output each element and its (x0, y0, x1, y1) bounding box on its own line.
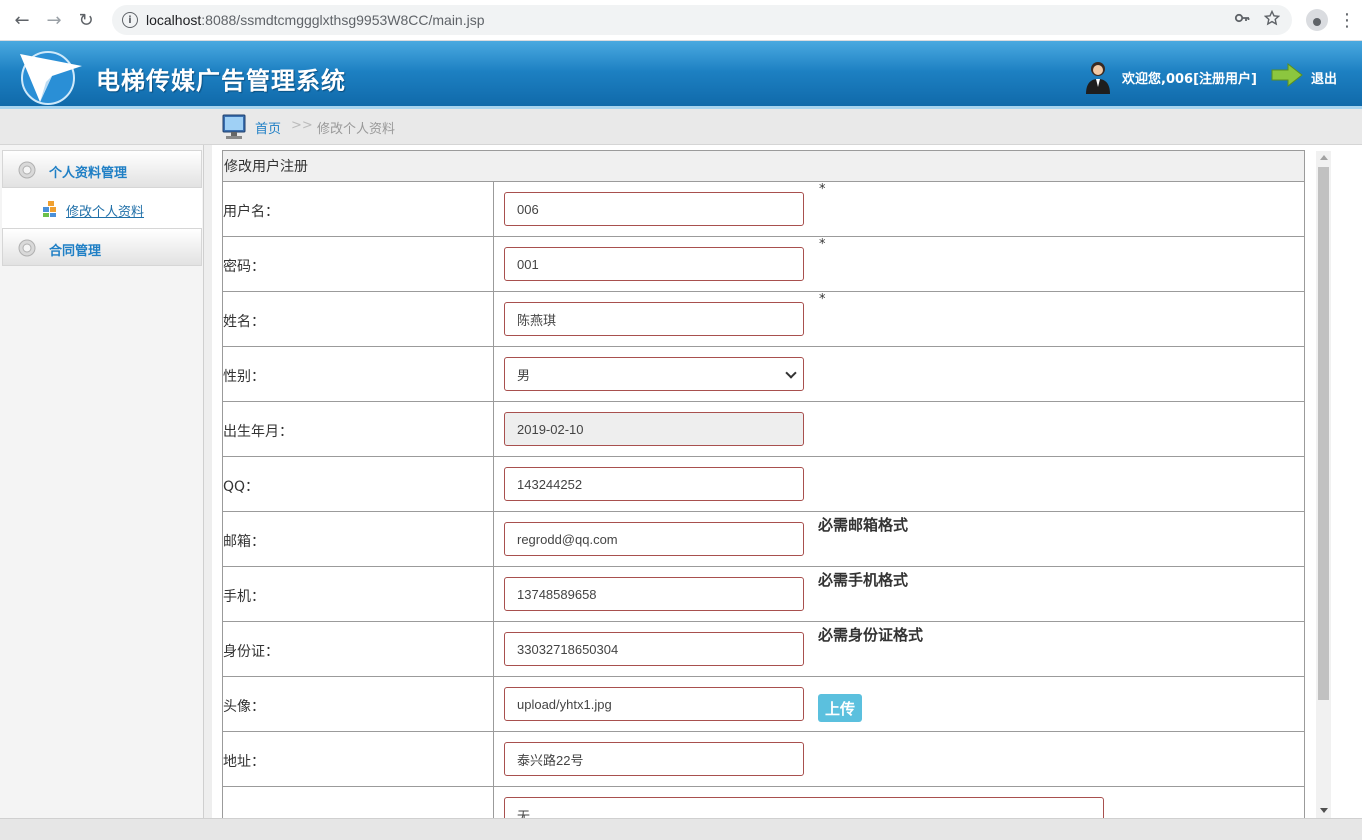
field-label (222, 786, 494, 818)
form-row-remark: 无 (222, 786, 1305, 818)
form-row-qq: QQ： 143244252 (222, 456, 1305, 512)
app-header: 电梯传媒广告管理系统 欢迎您,006[注册用户] 退出 (0, 41, 1362, 109)
format-hint: 必需手机格式 (818, 571, 909, 589)
main-scrollbar[interactable] (1316, 151, 1331, 818)
sidebar-group-contract[interactable]: 合同管理 (2, 228, 202, 266)
upload-button[interactable]: 上传 (818, 694, 862, 722)
idcard-input[interactable]: 33032718650304 (504, 632, 804, 666)
gender-select[interactable]: 男 (504, 357, 804, 391)
form-row-username: 用户名： 006 * (222, 181, 1305, 237)
forward-icon[interactable]: → (38, 4, 70, 36)
user-avatar-icon (1086, 62, 1110, 94)
required-mark: * (819, 182, 826, 197)
monitor-icon (222, 114, 246, 139)
field-label: 姓名： (222, 291, 494, 347)
back-icon[interactable]: ← (6, 4, 38, 36)
format-hint: 必需身份证格式 (818, 626, 924, 644)
form-row-email: 邮箱： regrodd@qq.com 必需邮箱格式 (222, 511, 1305, 567)
form-row-birthdate: 出生年月： 2019-02-10 (222, 401, 1305, 457)
reload-icon[interactable]: ↻ (70, 4, 102, 36)
logout-arrow-icon[interactable] (1271, 63, 1303, 87)
form-row-address: 地址： 泰兴路22号 (222, 731, 1305, 787)
address-input[interactable]: 泰兴路22号 (504, 742, 804, 776)
content-gutter (204, 145, 212, 820)
field-label: 性别： (222, 346, 494, 402)
field-label: 密码： (222, 236, 494, 292)
bottom-strip (0, 818, 1362, 840)
gender-select-value: 男 (517, 367, 531, 383)
url-path: :8088/ssmdtcmggglxthsg9953W8CC/main.jsp (201, 12, 485, 28)
right-margin (1331, 145, 1362, 820)
profile-form: 修改用户注册 用户名： 006 * 密码： 001 * 姓名： 陈燕琪 * 性别… (222, 150, 1305, 818)
address-bar[interactable]: i localhost:8088/ssmdtcmggglxthsg9953W8C… (112, 5, 1292, 35)
form-row-phone: 手机： 13748589658 必需手机格式 (222, 566, 1305, 622)
field-label: QQ： (222, 456, 494, 512)
gear-icon (18, 161, 36, 179)
field-label: 头像： (222, 676, 494, 732)
menu-icon[interactable]: ⋮ (1338, 10, 1356, 31)
field-label: 地址： (222, 731, 494, 787)
logo-icon (20, 51, 82, 105)
scroll-down-icon[interactable] (1320, 808, 1328, 813)
field-label: 手机： (222, 566, 494, 622)
qq-input[interactable]: 143244252 (504, 467, 804, 501)
star-icon[interactable] (1263, 9, 1281, 30)
form-title: 修改用户注册 (222, 150, 1305, 182)
breadcrumb-separator: >> (291, 118, 313, 133)
format-hint: 必需邮箱格式 (818, 516, 909, 534)
required-mark: * (819, 237, 826, 252)
sidebar-group-label: 合同管理 (49, 244, 102, 259)
scroll-thumb[interactable] (1318, 167, 1329, 700)
breadcrumb-current: 修改个人资料 (317, 122, 396, 137)
form-row-gender: 性别： 男 (222, 346, 1305, 402)
sidebar-item-edit-profile[interactable]: 修改个人资料 (2, 188, 202, 228)
phone-input[interactable]: 13748589658 (504, 577, 804, 611)
avatar-path-input[interactable]: upload/yhtx1.jpg (504, 687, 804, 721)
form-row-avatar: 头像： upload/yhtx1.jpg 上传 (222, 676, 1305, 732)
field-label: 用户名： (222, 181, 494, 237)
url-host: localhost (146, 12, 202, 28)
username-input[interactable]: 006 (504, 192, 804, 226)
form-row-name: 姓名： 陈燕琪 * (222, 291, 1305, 347)
key-icon[interactable] (1234, 10, 1250, 30)
remark-textarea[interactable]: 无 (504, 797, 1104, 818)
field-label: 身份证： (222, 621, 494, 677)
info-icon[interactable]: i (122, 12, 138, 28)
url-text[interactable]: localhost:8088/ssmdtcmggglxthsg9953W8CC/… (146, 12, 485, 28)
name-input[interactable]: 陈燕琪 (504, 302, 804, 336)
breadcrumb-home-link[interactable]: 首页 (255, 118, 281, 137)
sidebar-group-profile[interactable]: 个人资料管理 (2, 150, 202, 188)
form-row-idcard: 身份证： 33032718650304 必需身份证格式 (222, 621, 1305, 677)
breadcrumb: 首页 >> 修改个人资料 (0, 109, 1362, 145)
main-content: 修改用户注册 用户名： 006 * 密码： 001 * 姓名： 陈燕琪 * 性别… (212, 145, 1316, 818)
profile-icon[interactable] (1306, 9, 1328, 31)
birthdate-input[interactable]: 2019-02-10 (504, 412, 804, 446)
sidebar-group-label: 个人资料管理 (49, 166, 128, 181)
password-input[interactable]: 001 (504, 247, 804, 281)
required-mark: * (819, 292, 826, 307)
chevron-down-icon (785, 367, 797, 379)
sidebar: 个人资料管理 修改个人资料 合同管理 (0, 145, 204, 820)
logout-link[interactable]: 退出 (1311, 68, 1337, 87)
blocks-icon (43, 201, 56, 217)
field-label: 邮箱： (222, 511, 494, 567)
scroll-up-icon[interactable] (1320, 155, 1328, 160)
browser-toolbar: ← → ↻ i localhost:8088/ssmdtcmggglxthsg9… (0, 0, 1362, 41)
welcome-text: 欢迎您,006[注册用户] (1122, 72, 1257, 87)
form-row-password: 密码： 001 * (222, 236, 1305, 292)
field-label: 出生年月： (222, 401, 494, 457)
app-title: 电梯传媒广告管理系统 (96, 67, 346, 95)
gear-icon (18, 239, 36, 257)
sidebar-item-label: 修改个人资料 (66, 205, 145, 220)
email-input[interactable]: regrodd@qq.com (504, 522, 804, 556)
